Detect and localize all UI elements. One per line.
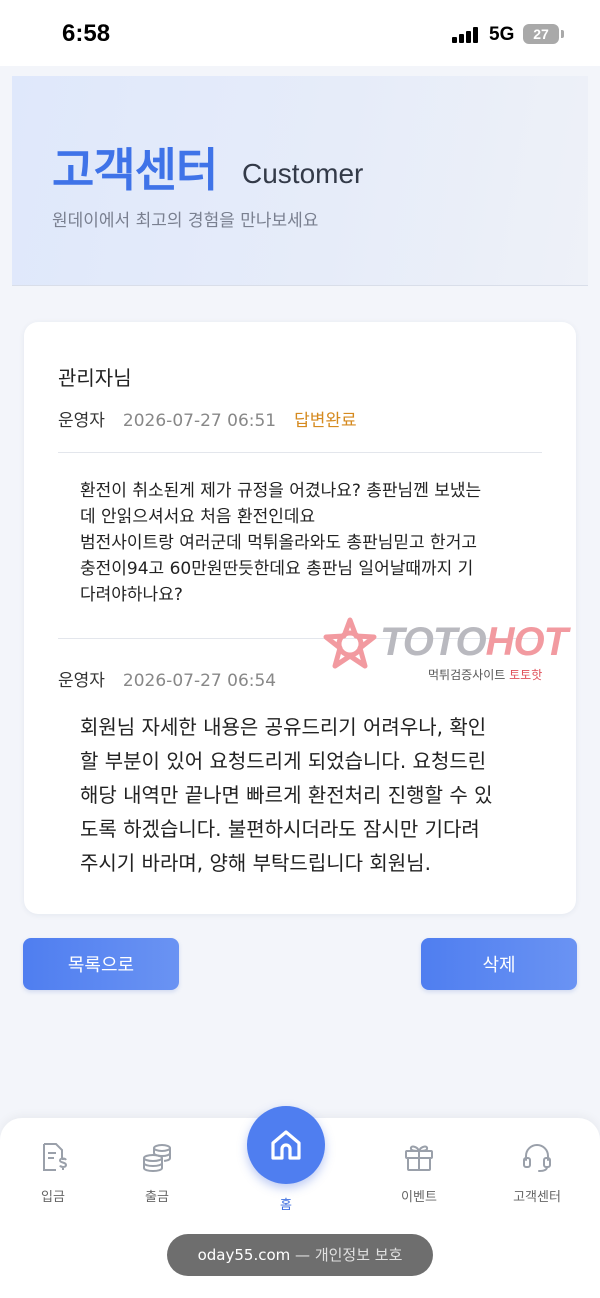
nav-item-event[interactable]: 이벤트 — [379, 1140, 459, 1205]
answer-date: 2026-07-27 06:54 — [122, 671, 277, 691]
coins-icon — [143, 1144, 171, 1173]
home-icon — [271, 1130, 301, 1160]
post-title: 관리자님 — [58, 366, 132, 390]
signal-icon — [452, 27, 482, 43]
page-description: 원데이에서 최고의 경험을 만나보세요 — [52, 211, 319, 231]
divider — [58, 452, 542, 453]
watermark-tagline-a: 먹튀검증사이트 — [428, 668, 506, 682]
question-date: 2026-07-27 06:51 — [122, 411, 277, 431]
nav-item-support[interactable]: 고객센터 — [497, 1140, 577, 1205]
deposit-icon — [43, 1143, 68, 1171]
page-subtitle: Customer — [242, 158, 364, 189]
nav-label-event: 이벤트 — [401, 1190, 437, 1205]
watermark-tagline-b: 토토핫 — [509, 668, 543, 682]
headset-icon — [523, 1144, 551, 1172]
answer-meta: 운영자 2026-07-27 06:54 — [58, 666, 276, 691]
network-type: 5G — [489, 24, 515, 45]
question-author: 운영자 — [58, 411, 105, 431]
battery-nub — [561, 30, 564, 38]
answer-author: 운영자 — [58, 671, 105, 691]
nav-label-support: 고객센터 — [513, 1190, 561, 1205]
answer-body: 회원님 자세한 내용은 공유드리기 어려우나, 확인 할 부분이 있어 요청드리… — [80, 715, 493, 875]
question-meta: 운영자 2026-07-27 06:51 답변완료 — [58, 406, 357, 431]
delete-button[interactable]: 삭제 — [421, 938, 577, 990]
status-time: 6:58 — [62, 20, 111, 47]
nav-item-home[interactable] — [247, 1106, 325, 1184]
status-badge: 답변완료 — [294, 411, 357, 431]
watermark: TOTOHOT 먹튀검증사이트 토토핫 — [322, 616, 600, 686]
watermark-tagline: 먹튀검증사이트 토토핫 — [428, 666, 542, 683]
gift-icon — [405, 1145, 433, 1171]
question-body: 환전이 취소된게 제가 규정을 어겼나요? 총판님껜 보냈는 데 안읽으셔서요 … — [80, 481, 482, 605]
nav-label-deposit: 입금 — [41, 1190, 65, 1205]
nav-item-withdraw[interactable]: 출금 — [117, 1140, 197, 1205]
watermark-brand-b: HOT — [485, 620, 568, 664]
hero-banner: 고객센터 Customer 원데이에서 최고의 경험을 만나보세요 — [12, 76, 588, 286]
nav-label-home: 홈 — [280, 1198, 292, 1213]
back-to-list-button[interactable]: 목록으로 — [23, 938, 179, 990]
status-bar: 6:58 5G 27 — [0, 0, 600, 66]
url-bar[interactable]: oday55.com — 개인정보 보호 — [167, 1234, 433, 1276]
page-title: 고객센터 — [52, 143, 218, 197]
url-privacy-note: — 개인정보 보호 — [295, 1246, 403, 1264]
watermark-brand-a: TOTO — [380, 620, 487, 664]
nav-label-withdraw: 출금 — [145, 1190, 169, 1205]
watermark-brand: TOTOHOT — [380, 620, 568, 665]
watermark-logo-icon — [323, 617, 377, 669]
nav-item-deposit[interactable]: 입금 — [13, 1140, 93, 1205]
url-domain: oday55.com — [197, 1246, 291, 1264]
battery-icon: 27 — [523, 24, 559, 44]
